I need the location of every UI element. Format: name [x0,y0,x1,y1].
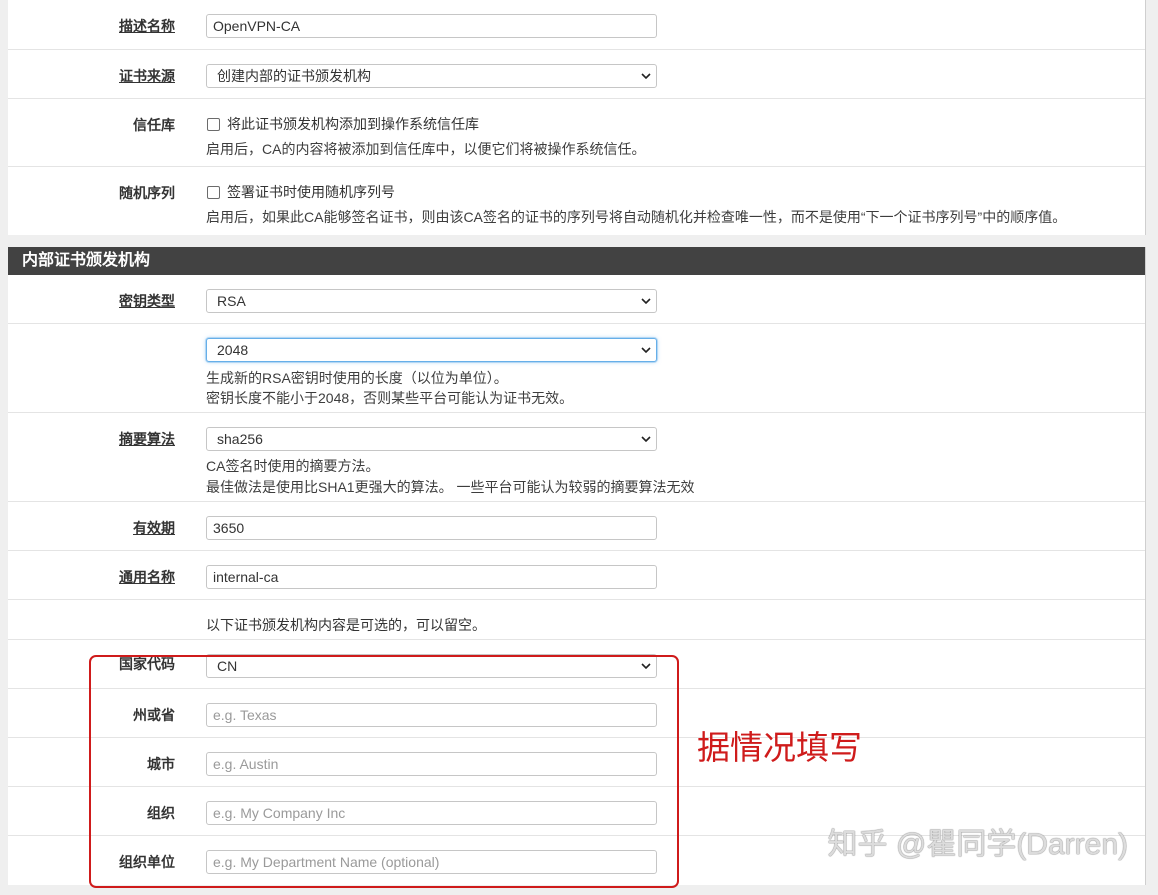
key-type-row: 密钥类型 RSA [8,275,1145,324]
chevron-down-icon [641,436,651,442]
lifetime-row: 有效期 [8,502,1145,551]
method-select[interactable]: 创建内部的证书颁发机构 [206,64,657,88]
key-type-label: 密钥类型 [119,293,175,309]
trust-row: 信任库 将此证书颁发机构添加到操作系统信任库 启用后，CA的内容将被添加到信任库… [8,99,1145,167]
annotation-text: 据情况填写 [697,729,862,766]
key-length-row: 2048 生成新的RSA密钥时使用的长度（以位为单位）。 密钥长度不能小于204… [8,324,1145,413]
description-row: 描述名称 [8,0,1145,50]
state-label: 州或省 [133,707,175,723]
chevron-down-icon [641,347,651,353]
trust-label: 信任库 [133,117,175,133]
internal-ca-panel: 内部证书颁发机构 密钥类型 RSA 2048 生成新的RSA密钥时使用的长度（以… [8,247,1146,885]
common-name-row: 通用名称 [8,551,1145,600]
lifetime-label: 有效期 [133,520,175,536]
digest-help-1: CA签名时使用的摘要方法。 [206,458,380,474]
description-input[interactable] [206,14,657,38]
key-type-select-value: RSA [217,293,246,309]
city-label: 城市 [147,756,175,772]
digest-select[interactable]: sha256 [206,427,657,451]
optional-note-row: 以下证书颁发机构内容是可选的，可以留空。 [8,600,1145,640]
digest-select-value: sha256 [217,431,263,447]
organization-input[interactable] [206,801,657,825]
random-serial-checkbox-line: 签署证书时使用随机序列号 [206,181,395,203]
random-serial-row: 随机序列 签署证书时使用随机序列号 启用后，如果此CA能够签名证书，则由该CA签… [8,167,1145,235]
state-row: 州或省 [8,689,1145,738]
org-unit-label: 组织单位 [119,854,175,870]
org-unit-input[interactable] [206,850,657,874]
key-length-help-1: 生成新的RSA密钥时使用的长度（以位为单位）。 [206,370,508,386]
lifetime-input[interactable] [206,516,657,540]
watermark: 知乎 @瞿同学(Darren) [827,828,1128,861]
random-serial-help: 启用后，如果此CA能够签名证书，则由该CA签名的证书的序列号将自动随机化并检查唯… [206,209,1067,225]
description-label: 描述名称 [119,18,175,34]
key-type-select[interactable]: RSA [206,289,657,313]
trust-checkbox-label[interactable]: 将此证书颁发机构添加到操作系统信任库 [227,116,479,132]
country-select[interactable]: CN [206,654,657,678]
key-length-help-2: 密钥长度不能小于2048，否则某些平台可能认为证书无效。 [206,390,574,406]
city-row: 城市 [8,738,1145,787]
country-row: 国家代码 CN [8,640,1145,689]
digest-label: 摘要算法 [119,431,175,447]
random-serial-checkbox[interactable] [207,186,220,199]
city-input[interactable] [206,752,657,776]
organization-label: 组织 [147,805,175,821]
trust-checkbox[interactable] [207,118,220,131]
chevron-down-icon [641,663,651,669]
method-select-value: 创建内部的证书颁发机构 [217,68,371,84]
common-name-input[interactable] [206,565,657,589]
random-serial-checkbox-label[interactable]: 签署证书时使用随机序列号 [227,184,395,200]
trust-help: 启用后，CA的内容将被添加到信任库中，以便它们将被操作系统信任。 [206,141,646,157]
country-select-value: CN [217,658,238,674]
method-label: 证书来源 [119,68,175,84]
state-input[interactable] [206,703,657,727]
country-label: 国家代码 [119,656,175,672]
digest-row: 摘要算法 sha256 CA签名时使用的摘要方法。 最佳做法是使用比SHA1更强… [8,413,1145,502]
random-serial-label: 随机序列 [119,185,175,201]
method-row: 证书来源 创建内部的证书颁发机构 [8,50,1145,99]
digest-help-2: 最佳做法是使用比SHA1更强大的算法。 一些平台可能认为较弱的摘要算法无效 [206,479,695,495]
trust-checkbox-line: 将此证书颁发机构添加到操作系统信任库 [206,113,479,135]
key-length-select-value: 2048 [217,342,249,358]
general-panel: 描述名称 证书来源 创建内部的证书颁发机构 信任库 将此证书颁发机构添加到操作系… [8,0,1146,235]
section-header: 内部证书颁发机构 [8,247,1145,275]
common-name-label: 通用名称 [119,569,175,585]
chevron-down-icon [641,73,651,79]
optional-note: 以下证书颁发机构内容是可选的，可以留空。 [206,617,486,633]
chevron-down-icon [641,298,651,304]
key-length-select[interactable]: 2048 [206,338,657,362]
